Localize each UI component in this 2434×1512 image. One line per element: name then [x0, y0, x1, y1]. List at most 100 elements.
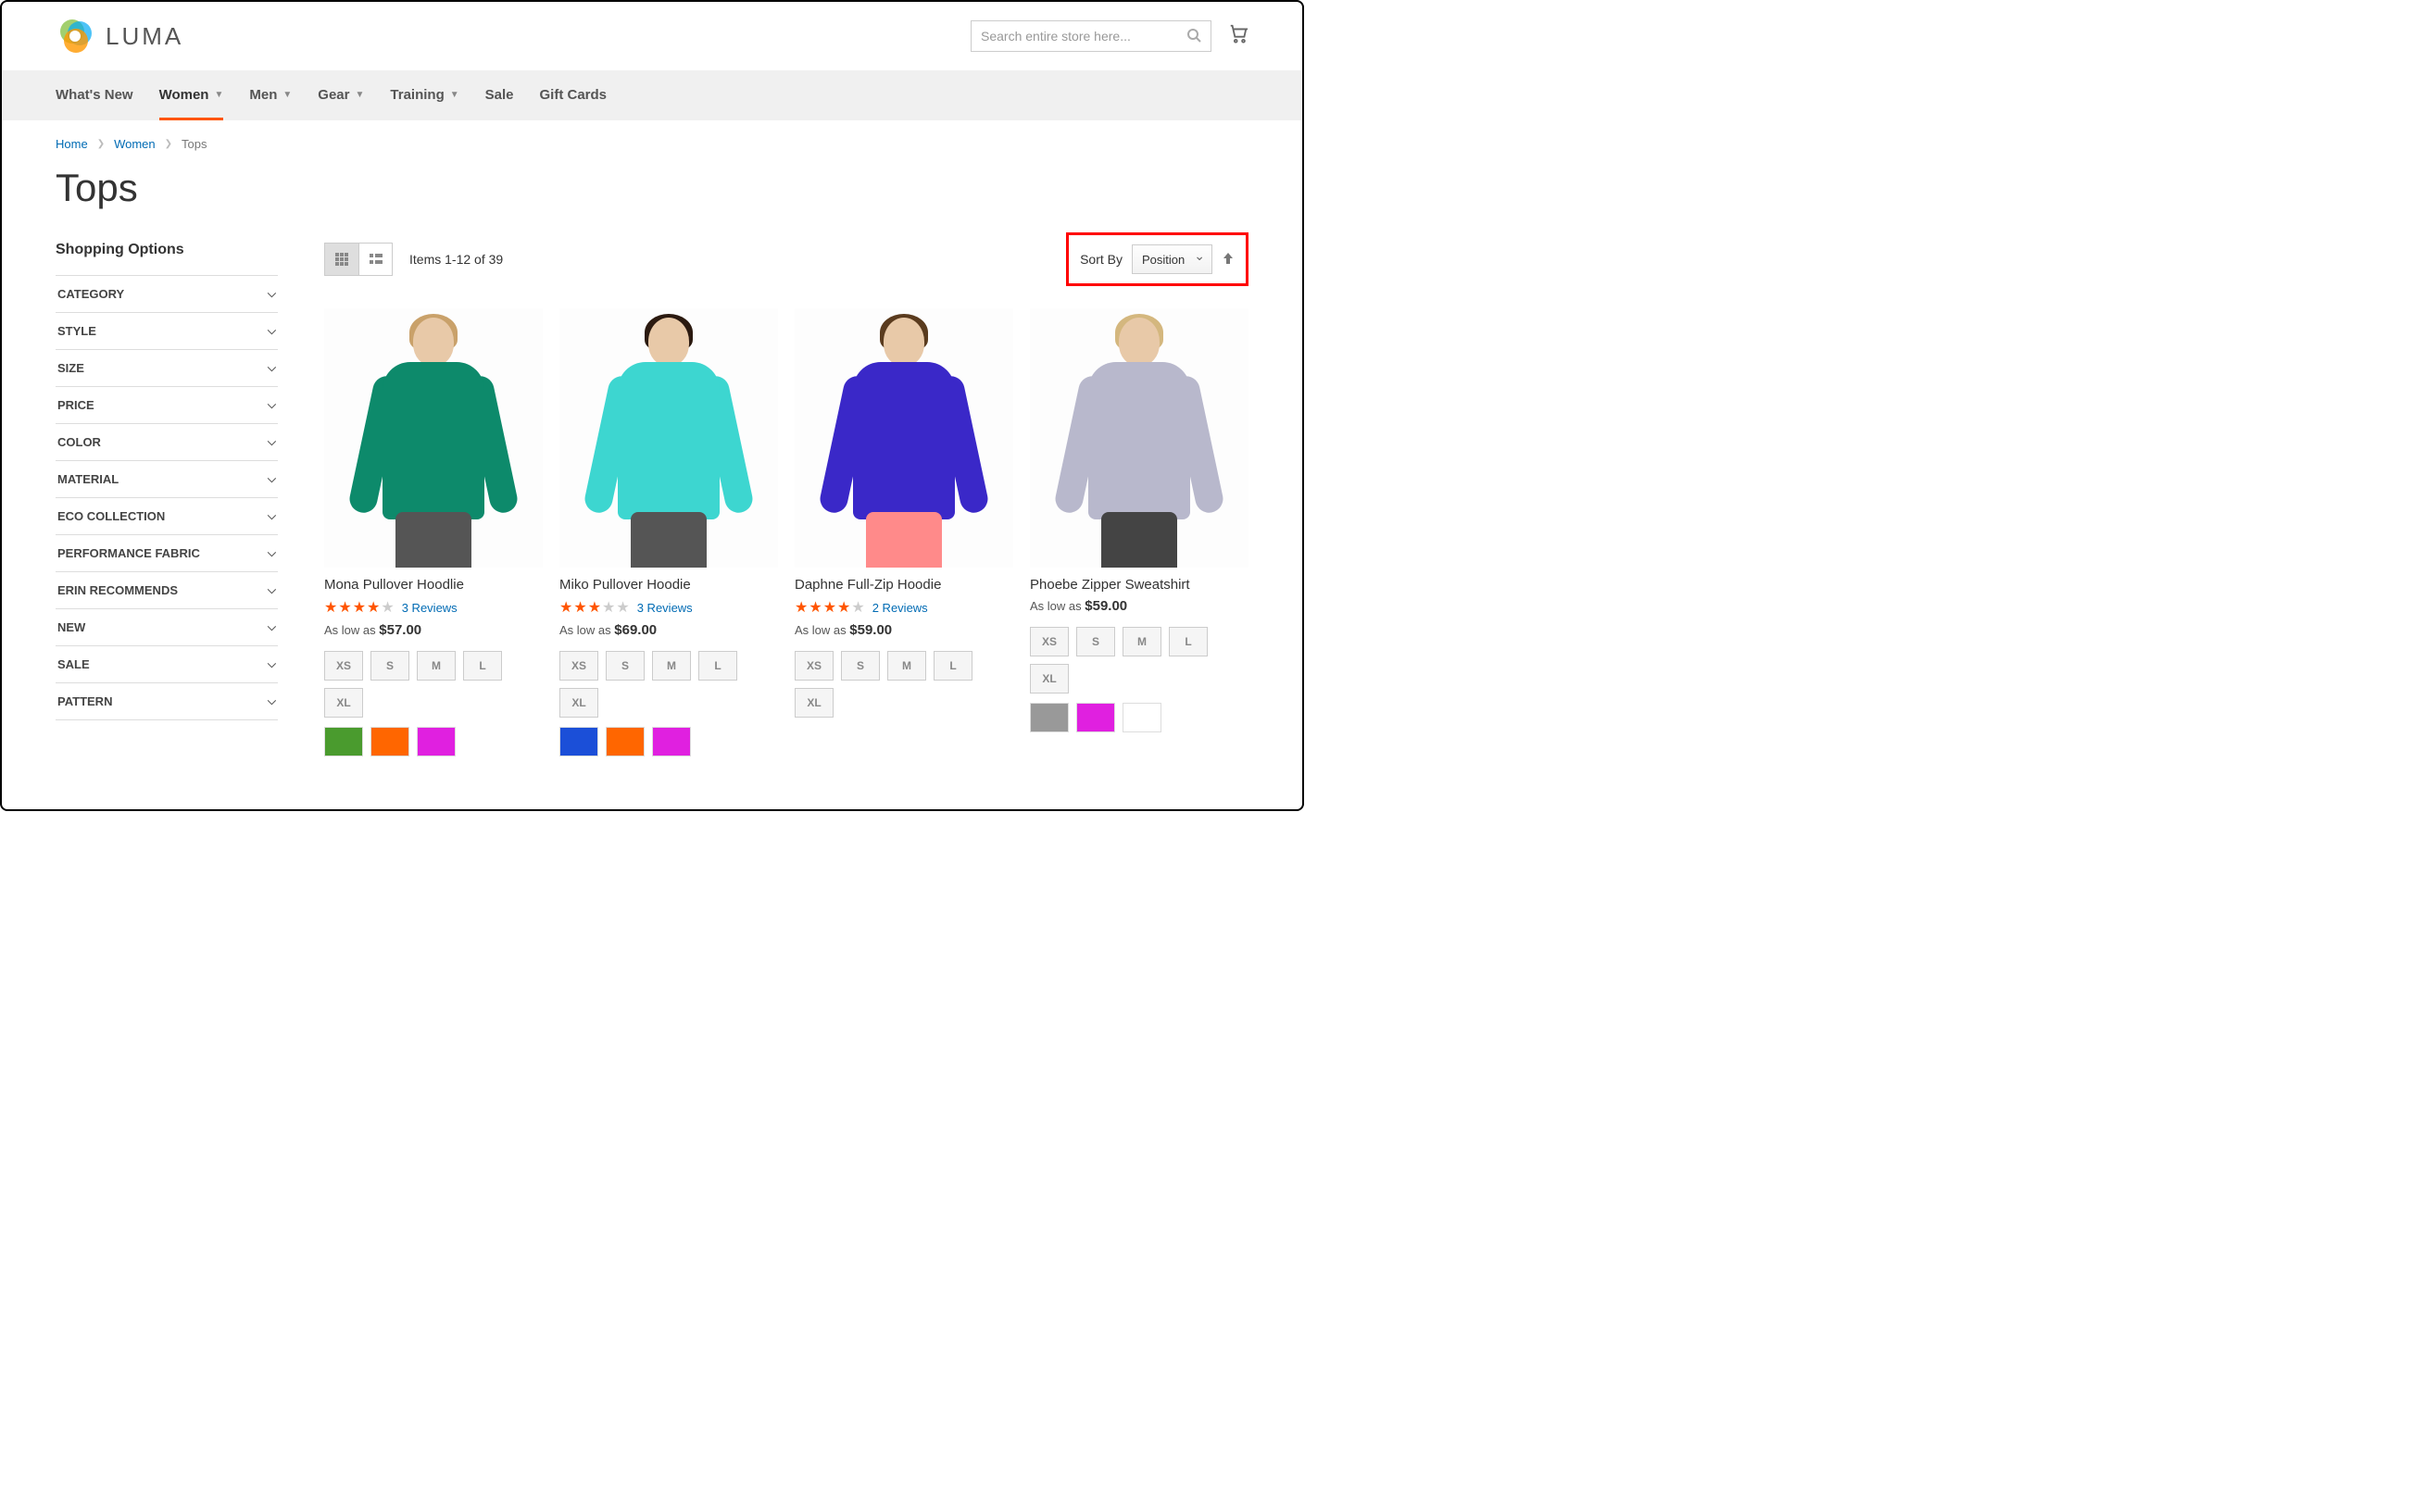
star-icon: ★: [588, 598, 601, 617]
filter-sale[interactable]: SALE⌵: [56, 645, 278, 682]
price: $69.00: [614, 622, 657, 638]
size-swatch[interactable]: L: [1169, 627, 1208, 656]
filter-label: PATTERN: [57, 694, 112, 708]
product-card: Miko Pullover Hoodie★★★★★3 ReviewsAs low…: [559, 308, 778, 766]
nav-item-gift-cards[interactable]: Gift Cards: [540, 70, 608, 120]
color-swatch[interactable]: [1030, 703, 1069, 732]
product-name[interactable]: Miko Pullover Hoodie: [559, 577, 778, 593]
logo[interactable]: LUMA: [56, 17, 183, 56]
grid-view-button[interactable]: [325, 244, 358, 275]
product-image[interactable]: [559, 308, 778, 568]
reviews-link[interactable]: 3 Reviews: [637, 601, 693, 615]
size-swatch[interactable]: XL: [559, 688, 598, 718]
size-swatch[interactable]: XS: [559, 651, 598, 681]
product-grid: Mona Pullover Hoodlie★★★★★3 ReviewsAs lo…: [324, 308, 1248, 766]
size-swatch[interactable]: L: [463, 651, 502, 681]
star-icon: ★: [559, 598, 572, 617]
size-swatch[interactable]: S: [370, 651, 409, 681]
filter-new[interactable]: NEW⌵: [56, 608, 278, 645]
breadcrumb-item[interactable]: Home: [56, 137, 88, 151]
nav-item-women[interactable]: Women▼: [159, 70, 224, 120]
breadcrumb-separator-icon: ❯: [97, 139, 105, 149]
color-swatch[interactable]: [559, 727, 598, 756]
nav-item-sale[interactable]: Sale: [485, 70, 514, 120]
size-swatch[interactable]: XS: [795, 651, 834, 681]
rating-row: ★★★★★2 Reviews: [795, 598, 1013, 617]
search-input[interactable]: [981, 29, 1186, 44]
filter-label: PRICE: [57, 398, 94, 412]
color-swatch[interactable]: [1076, 703, 1115, 732]
filter-category[interactable]: CATEGORY⌵: [56, 275, 278, 312]
filter-color[interactable]: COLOR⌵: [56, 423, 278, 460]
toolbar-left: Items 1-12 of 39: [324, 243, 503, 276]
product-image[interactable]: [795, 308, 1013, 568]
filter-size[interactable]: SIZE⌵: [56, 349, 278, 386]
filter-label: SALE: [57, 657, 90, 671]
filter-pattern[interactable]: PATTERN⌵: [56, 682, 278, 720]
sort-controls: Sort By Position: [1066, 232, 1248, 286]
size-swatch[interactable]: XL: [1030, 664, 1069, 694]
sort-by-label: Sort By: [1080, 252, 1123, 267]
size-swatch[interactable]: S: [606, 651, 645, 681]
product-name[interactable]: Phoebe Zipper Sweatshirt: [1030, 577, 1248, 593]
size-swatch[interactable]: XL: [795, 688, 834, 718]
breadcrumb-item: Tops: [182, 137, 207, 151]
size-swatch[interactable]: XL: [324, 688, 363, 718]
reviews-link[interactable]: 2 Reviews: [872, 601, 928, 615]
color-swatch[interactable]: [370, 727, 409, 756]
size-swatch[interactable]: XS: [1030, 627, 1069, 656]
nav-item-training[interactable]: Training▼: [390, 70, 458, 120]
sort-by-select[interactable]: Position: [1132, 244, 1212, 274]
color-swatch[interactable]: [652, 727, 691, 756]
filter-label: ERIN RECOMMENDS: [57, 583, 178, 597]
filter-label: ECO COLLECTION: [57, 509, 165, 523]
product-image[interactable]: [1030, 308, 1248, 568]
nav-label: Sale: [485, 87, 514, 103]
filter-erin-recommends[interactable]: ERIN RECOMMENDS⌵: [56, 571, 278, 608]
size-swatches: XSSML XL: [1030, 627, 1248, 694]
size-swatch[interactable]: XS: [324, 651, 363, 681]
color-swatch[interactable]: [324, 727, 363, 756]
nav-item-gear[interactable]: Gear▼: [318, 70, 364, 120]
product-name[interactable]: Daphne Full-Zip Hoodie: [795, 577, 1013, 593]
color-swatch[interactable]: [606, 727, 645, 756]
filter-price[interactable]: PRICE ⌵: [56, 386, 278, 423]
nav-item-what-s-new[interactable]: What's New: [56, 70, 133, 120]
star-icon: ★: [837, 598, 850, 617]
size-swatch[interactable]: S: [841, 651, 880, 681]
filter-label: PERFORMANCE FABRIC: [57, 546, 200, 560]
size-swatch[interactable]: M: [652, 651, 691, 681]
size-swatch[interactable]: M: [417, 651, 456, 681]
size-swatch[interactable]: L: [934, 651, 972, 681]
breadcrumb-item[interactable]: Women: [114, 137, 156, 151]
product-image[interactable]: [324, 308, 543, 568]
nav-item-men[interactable]: Men▼: [249, 70, 292, 120]
search-box[interactable]: [971, 20, 1211, 52]
star-icon: ★: [602, 598, 615, 617]
chevron-down-icon: ⌵: [268, 287, 276, 301]
price-prefix: As low as: [1030, 599, 1082, 613]
color-swatch[interactable]: [1123, 703, 1161, 732]
sort-direction-button[interactable]: [1222, 252, 1235, 268]
filter-material[interactable]: MATERIAL⌵: [56, 460, 278, 497]
chevron-down-icon: ⌵: [268, 435, 276, 449]
filter-eco-collection[interactable]: ECO COLLECTION⌵: [56, 497, 278, 534]
filter-performance-fabric[interactable]: PERFORMANCE FABRIC⌵: [56, 534, 278, 571]
size-swatch[interactable]: L: [698, 651, 737, 681]
list-view-button[interactable]: [358, 244, 392, 275]
chevron-down-icon: ⌵: [268, 398, 276, 412]
cart-icon[interactable]: [1228, 23, 1248, 49]
color-swatch[interactable]: [417, 727, 456, 756]
breadcrumb-separator-icon: ❯: [165, 139, 172, 149]
size-swatch[interactable]: M: [887, 651, 926, 681]
view-mode-switcher: [324, 243, 393, 276]
size-swatch[interactable]: S: [1076, 627, 1115, 656]
search-icon[interactable]: [1186, 28, 1201, 45]
filter-label: NEW: [57, 620, 85, 634]
product-name[interactable]: Mona Pullover Hoodlie: [324, 577, 543, 593]
size-swatch[interactable]: M: [1123, 627, 1161, 656]
reviews-link[interactable]: 3 Reviews: [402, 601, 458, 615]
filter-style[interactable]: STYLE⌵: [56, 312, 278, 349]
nav-label: Women: [159, 87, 209, 103]
star-icon: ★: [823, 598, 836, 617]
